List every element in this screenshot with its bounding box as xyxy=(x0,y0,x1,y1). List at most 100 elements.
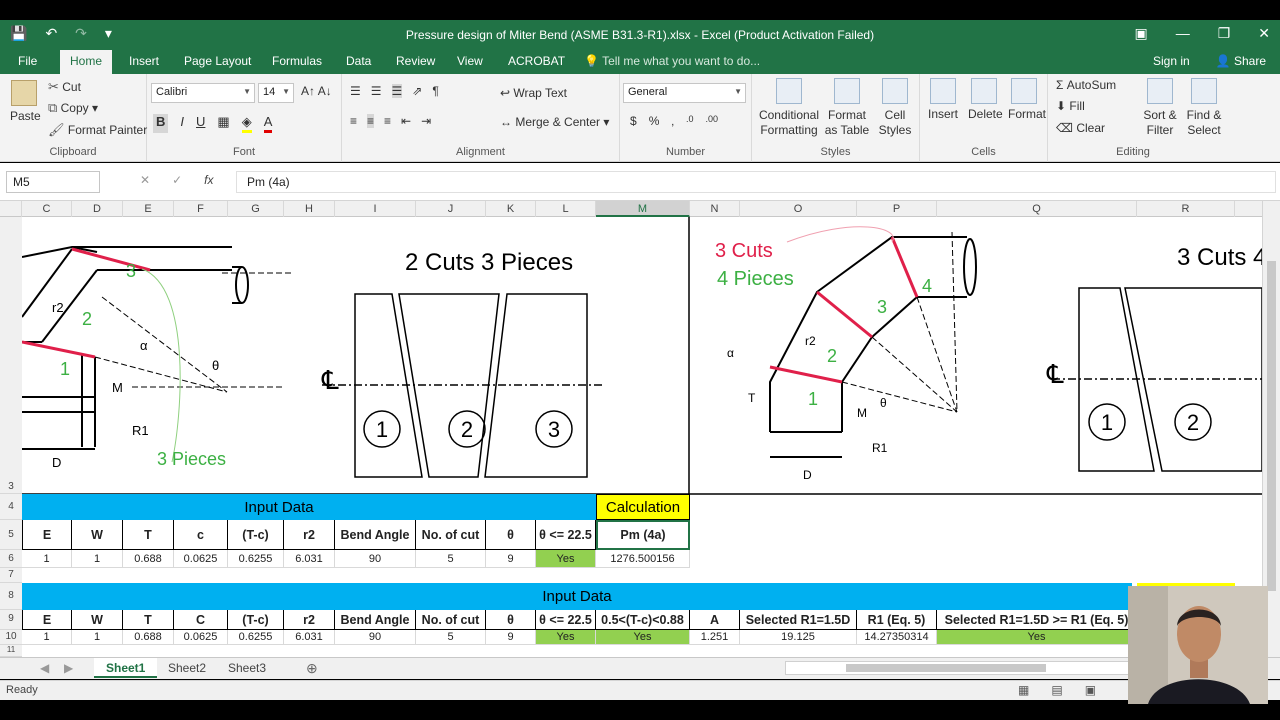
decrease-decimal-icon[interactable]: .00 xyxy=(706,114,719,128)
minimize-icon[interactable]: — xyxy=(1176,25,1190,42)
table-header-cell[interactable]: (T-c) xyxy=(228,520,284,550)
table-header-cell[interactable]: θ xyxy=(486,520,536,550)
middle-align-icon[interactable]: ☰ xyxy=(371,84,382,98)
autosum-button[interactable]: Σ AutoSum xyxy=(1056,78,1116,92)
italic-button[interactable]: I xyxy=(180,114,184,133)
tab-view[interactable]: View xyxy=(457,54,483,68)
delete-cells-button[interactable]: Delete xyxy=(968,78,1003,121)
comma-icon[interactable]: ‚ xyxy=(671,114,674,128)
insert-cells-button[interactable]: Insert xyxy=(928,78,958,121)
name-box[interactable]: M5 xyxy=(6,171,100,193)
tab-file[interactable]: File xyxy=(18,54,37,68)
table-header-cell[interactable]: W xyxy=(72,610,123,630)
fx-icon[interactable]: fx xyxy=(204,173,213,187)
table-header-cell[interactable]: θ xyxy=(486,610,536,630)
column-header[interactable]: N xyxy=(690,201,740,217)
shrink-font-icon[interactable]: A↓ xyxy=(318,84,332,98)
tab-acrobat[interactable]: ACROBAT xyxy=(508,54,565,68)
tab-formulas[interactable]: Formulas xyxy=(272,54,322,68)
column-header[interactable]: E xyxy=(123,201,174,217)
tell-me-box[interactable]: 💡 Tell me what you want to do... xyxy=(584,54,760,68)
borders-icon[interactable]: ▦ xyxy=(217,114,229,133)
underline-button[interactable]: U xyxy=(196,114,205,133)
wrap-text-button[interactable]: ↩ Wrap Text xyxy=(500,86,567,100)
format-painter-button[interactable]: 🖌 Format Painter xyxy=(48,122,147,138)
percent-icon[interactable]: % xyxy=(649,114,660,128)
column-header[interactable]: C xyxy=(22,201,72,217)
column-header[interactable]: F xyxy=(174,201,228,217)
tab-data[interactable]: Data xyxy=(346,54,371,68)
tab-page-layout[interactable]: Page Layout xyxy=(184,54,251,68)
grow-font-icon[interactable]: A↑ xyxy=(301,84,315,98)
cut-button[interactable]: ✂ Cut xyxy=(48,79,81,95)
horizontal-scrollbar[interactable] xyxy=(785,661,1130,675)
table-header-cell[interactable]: θ <= 22.5 xyxy=(536,520,596,550)
column-header[interactable]: R xyxy=(1137,201,1235,217)
tab-insert[interactable]: Insert xyxy=(129,54,159,68)
table-header-cell[interactable]: r2 xyxy=(284,610,335,630)
column-header[interactable]: P xyxy=(857,201,937,217)
table-value-cell[interactable]: 1 xyxy=(22,550,72,568)
increase-indent-icon[interactable]: ⇥ xyxy=(421,114,431,128)
currency-icon[interactable]: $ xyxy=(630,114,637,128)
table-value-cell[interactable]: 0.0625 xyxy=(174,550,228,568)
align-right-icon[interactable]: ≡ xyxy=(384,114,391,128)
row-header[interactable]: 8 xyxy=(0,583,22,610)
fill-button[interactable]: ⬇ Fill xyxy=(1056,99,1085,113)
table-value-cell[interactable]: 90 xyxy=(335,550,416,568)
table-header-cell[interactable]: T xyxy=(123,610,174,630)
next-sheet-icon[interactable]: ▶ xyxy=(64,661,73,675)
sheet-tab[interactable]: Sheet3 xyxy=(216,658,278,678)
sign-in-link[interactable]: Sign in xyxy=(1153,54,1190,68)
share-button[interactable]: 👤 Share xyxy=(1216,54,1266,68)
cancel-icon[interactable]: ✕ xyxy=(140,173,150,187)
row-header[interactable]: 7 xyxy=(0,568,22,583)
table-header-cell[interactable]: θ <= 22.5 xyxy=(536,610,596,630)
number-format-select[interactable]: General ▼ xyxy=(623,83,746,103)
table-header-cell[interactable]: No. of cut xyxy=(416,520,486,550)
column-header-selected[interactable]: M xyxy=(596,201,690,217)
orientation-icon[interactable]: ⇗ xyxy=(412,84,422,98)
formula-input[interactable]: Pm (4a) xyxy=(236,171,1276,193)
table-value-cell[interactable]: 0.0625 xyxy=(174,630,228,645)
table-header-cell[interactable]: Selected R1=1.5D >= R1 (Eq. 5) xyxy=(937,610,1137,630)
close-icon[interactable]: ✕ xyxy=(1258,25,1270,42)
column-header[interactable]: Q xyxy=(937,201,1137,217)
table-header-cell[interactable]: No. of cut xyxy=(416,610,486,630)
column-header[interactable]: G xyxy=(228,201,284,217)
table-value-cell[interactable]: 1 xyxy=(72,630,123,645)
merge-center-button[interactable]: ↔ Merge & Center ▾ xyxy=(500,115,609,129)
table-value-cell[interactable]: 1 xyxy=(72,550,123,568)
horizontal-scrollbar-thumb[interactable] xyxy=(846,664,1046,672)
tab-home[interactable]: Home xyxy=(60,50,113,74)
table-value-cell[interactable]: 14.27350314 xyxy=(857,630,937,645)
conditional-formatting-button[interactable]: Conditional Formatting xyxy=(758,78,820,138)
table-value-cell[interactable]: 0.688 xyxy=(123,630,174,645)
column-header[interactable]: H xyxy=(284,201,335,217)
column-header[interactable]: D xyxy=(72,201,123,217)
table-value-cell[interactable]: 0.688 xyxy=(123,550,174,568)
font-size-select[interactable]: 14 ▼ xyxy=(258,83,294,103)
table-header-cell[interactable]: R1 (Eq. 5) xyxy=(857,610,937,630)
row-header[interactable]: 3 xyxy=(0,217,22,494)
table-header-cell[interactable]: r2 xyxy=(284,520,335,550)
font-color-icon[interactable]: A xyxy=(263,114,273,133)
tab-review[interactable]: Review xyxy=(396,54,435,68)
table-value-cell[interactable]: 19.125 xyxy=(740,630,857,645)
row-header[interactable]: 10 xyxy=(0,630,22,645)
decrease-indent-icon[interactable]: ⇤ xyxy=(401,114,411,128)
increase-decimal-icon[interactable]: .0 xyxy=(686,114,694,128)
column-header[interactable]: J xyxy=(416,201,486,217)
clear-button[interactable]: ⌫ Clear xyxy=(1056,121,1105,135)
table-value-cell[interactable]: 0.6255 xyxy=(228,550,284,568)
table-value-cell[interactable]: 6.031 xyxy=(284,630,335,645)
table-header-cell[interactable]: 0.5<(T-c)<0.88 xyxy=(596,610,690,630)
row-header[interactable]: 9 xyxy=(0,610,22,630)
table-header-cell[interactable]: Bend Angle xyxy=(335,610,416,630)
prev-sheet-icon[interactable]: ◀ xyxy=(40,661,49,675)
table-value-cell[interactable]: 1.251 xyxy=(690,630,740,645)
row-header[interactable]: 11 xyxy=(0,645,22,657)
worksheet-grid[interactable]: 1 2 3 3 Pieces r2 α θ M R1 D 2 Cuts 3 Pi… xyxy=(22,217,1262,657)
cell-styles-button[interactable]: Cell Styles xyxy=(876,78,914,138)
fill-color-icon[interactable]: ◈ xyxy=(241,114,252,133)
